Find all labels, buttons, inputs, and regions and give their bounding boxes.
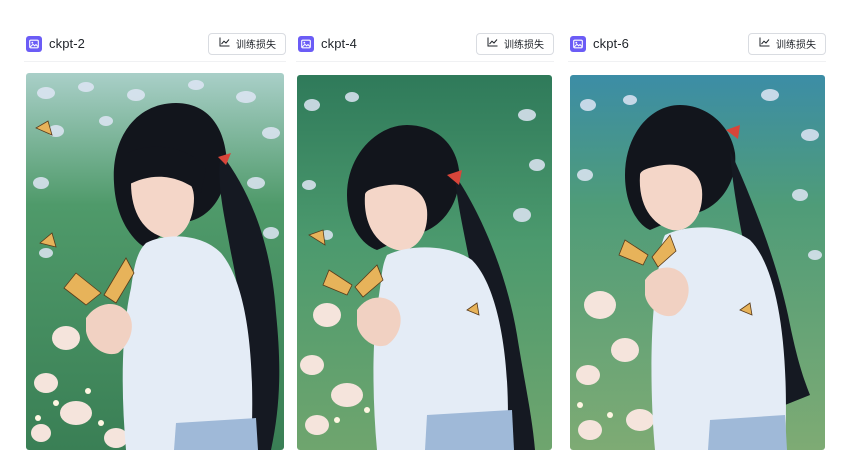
line-chart-icon xyxy=(759,37,770,50)
generated-image[interactable] xyxy=(297,75,552,450)
training-loss-label: 训练损失 xyxy=(504,40,544,51)
training-loss-button[interactable]: 训练损失 xyxy=(208,32,286,55)
training-loss-label: 训练损失 xyxy=(776,40,816,51)
checkpoint-title: ckpt-6 xyxy=(593,36,630,51)
training-loss-label: 训练损失 xyxy=(236,40,276,51)
generated-image[interactable] xyxy=(570,75,825,450)
checkpoint-title: ckpt-2 xyxy=(49,36,86,51)
training-loss-button[interactable]: 训练损失 xyxy=(748,32,826,55)
image-icon xyxy=(298,35,314,52)
checkpoint-title: ckpt-4 xyxy=(321,36,358,51)
line-chart-icon xyxy=(219,37,230,50)
generated-image[interactable] xyxy=(26,73,284,450)
card-header: ckpt-6 训练损失 xyxy=(568,26,826,62)
training-loss-button[interactable]: 训练损失 xyxy=(476,32,554,55)
card-header: ckpt-4 训练损失 xyxy=(296,26,554,62)
card-header: ckpt-2 训练损失 xyxy=(24,26,286,62)
image-icon xyxy=(26,35,42,52)
image-icon xyxy=(570,35,586,52)
line-chart-icon xyxy=(487,37,498,50)
